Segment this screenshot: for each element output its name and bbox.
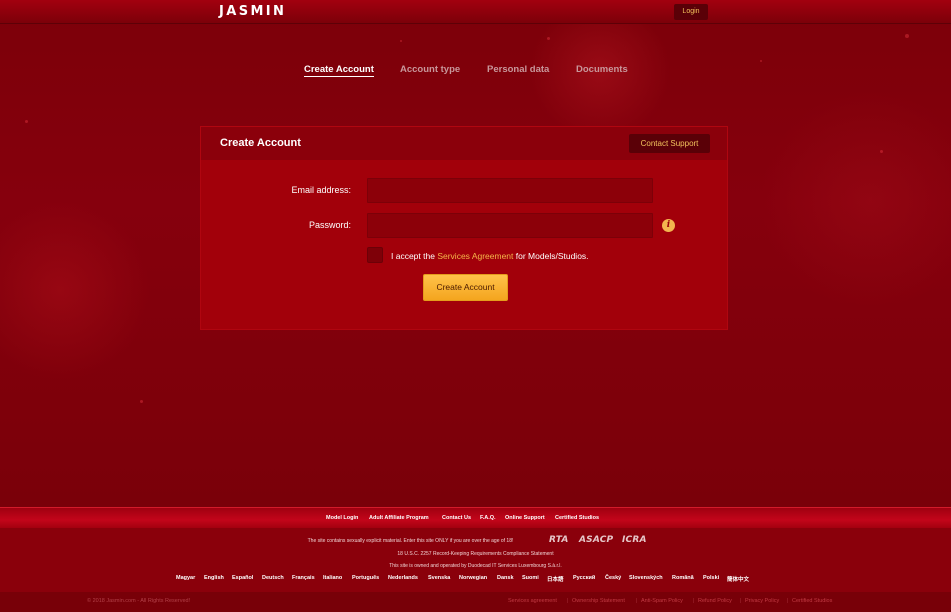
lang-nederlands[interactable]: Nederlands xyxy=(388,575,418,581)
footer-link-contact[interactable]: Contact Us xyxy=(442,515,471,521)
footer-link-certified[interactable]: Certified Studios xyxy=(555,515,599,521)
lang-svenska[interactable]: Svenska xyxy=(428,575,450,581)
email-field[interactable] xyxy=(367,178,653,203)
bokeh-light xyxy=(880,150,883,153)
lang-norwegian[interactable]: Norwegian xyxy=(459,575,487,581)
legal-refund-policy[interactable]: Refund Policy xyxy=(698,598,732,604)
legal-ownership-statement[interactable]: Ownership Statement xyxy=(572,598,625,604)
login-button[interactable]: Login xyxy=(674,4,708,20)
top-bar: JASMIN Login xyxy=(0,0,951,24)
lang-romanian[interactable]: Română xyxy=(672,575,694,581)
icra-badge[interactable]: ICRA xyxy=(622,535,647,545)
lang-slovak[interactable]: Slovenských xyxy=(629,575,663,581)
age-warning: The site contains sexually explicit mate… xyxy=(0,538,951,544)
copyright: © 2018 Jasmin.com - All Rights Reserved! xyxy=(87,598,191,604)
lang-czech[interactable]: Český xyxy=(605,575,621,581)
jasmin-logo[interactable]: JASMIN xyxy=(219,4,286,19)
lang-suomi[interactable]: Suomi xyxy=(522,575,539,581)
accept-prefix: I accept the xyxy=(391,251,435,261)
password-field[interactable] xyxy=(367,213,653,238)
legal-separator: | xyxy=(567,598,569,604)
lang-japanese[interactable]: 日本語 xyxy=(547,575,564,583)
bokeh-light xyxy=(760,60,762,62)
step-create-account[interactable]: Create Account xyxy=(304,64,374,77)
lang-english[interactable]: English xyxy=(204,575,224,581)
password-label: Password: xyxy=(308,220,351,230)
legal-separator: | xyxy=(693,598,695,604)
footer-nav: Model Login Adult Affiliate Program Cont… xyxy=(0,507,951,528)
lang-espanol[interactable]: Español xyxy=(232,575,253,581)
step-personal-data[interactable]: Personal data xyxy=(487,64,549,75)
card-header: Create Account Contact Support xyxy=(201,127,727,160)
legal-separator: | xyxy=(636,598,638,604)
accept-checkbox[interactable] xyxy=(367,247,383,263)
contact-support-button[interactable]: Contact Support xyxy=(629,134,710,153)
footer-link-faq[interactable]: F.A.Q. xyxy=(480,515,496,521)
rta-badge[interactable]: RTA xyxy=(549,535,569,545)
legal-services-agreement[interactable]: Services agreement xyxy=(508,598,557,604)
asacp-badge[interactable]: ASACP xyxy=(579,535,613,545)
bokeh-light xyxy=(547,37,550,40)
footer-link-model-login[interactable]: Model Login xyxy=(326,515,358,521)
footer-link-affiliate[interactable]: Adult Affiliate Program xyxy=(369,515,429,521)
legal-privacy-policy[interactable]: Privacy Policy xyxy=(745,598,779,604)
lang-deutsch[interactable]: Deutsch xyxy=(262,575,284,581)
bokeh-light xyxy=(400,40,402,42)
step-account-type[interactable]: Account type xyxy=(400,64,460,75)
footer-link-support[interactable]: Online Support xyxy=(505,515,545,521)
info-icon[interactable]: i xyxy=(662,219,675,232)
create-account-card: Create Account Contact Support Email add… xyxy=(200,126,728,330)
lang-polish[interactable]: Polski xyxy=(703,575,719,581)
footer-bottom: © 2018 Jasmin.com - All Rights Reserved!… xyxy=(0,592,951,612)
card-title: Create Account xyxy=(220,137,301,149)
bokeh-light xyxy=(25,120,28,123)
legal-separator: | xyxy=(740,598,742,604)
lang-dansk[interactable]: Dansk xyxy=(497,575,514,581)
lang-italiano[interactable]: Italiano xyxy=(323,575,342,581)
footer-info: The site contains sexually explicit mate… xyxy=(0,528,951,592)
age-warning-text: The site contains sexually explicit mate… xyxy=(307,538,514,544)
lang-francais[interactable]: Français xyxy=(292,575,315,581)
lang-russian[interactable]: Русский xyxy=(573,575,595,581)
services-agreement-link[interactable]: Services Agreement xyxy=(437,251,513,261)
step-documents[interactable]: Documents xyxy=(576,64,628,75)
lang-magyar[interactable]: Magyar xyxy=(176,575,195,581)
accept-text: I accept the Services Agreement for Mode… xyxy=(391,251,589,261)
bokeh-light xyxy=(905,34,909,38)
legal-certified-studios[interactable]: Certified Studios xyxy=(792,598,832,604)
legal-separator: | xyxy=(787,598,789,604)
accept-suffix: for Models/Studios. xyxy=(515,251,589,261)
lang-portugues[interactable]: Português xyxy=(352,575,379,581)
email-label: Email address: xyxy=(291,185,351,195)
legal-anti-spam[interactable]: Anti-Spam Policy xyxy=(641,598,683,604)
owner-statement: This site is owned and operated by Duode… xyxy=(389,563,562,569)
signup-steps: Create Account Account type Personal dat… xyxy=(0,64,951,80)
create-account-button[interactable]: Create Account xyxy=(423,274,508,301)
lang-chinese[interactable]: 簡体中文 xyxy=(727,575,749,583)
compliance-statement[interactable]: 18 U.S.C. 2257 Record-Keeping Requiremen… xyxy=(0,551,951,557)
bokeh-light xyxy=(140,400,143,403)
